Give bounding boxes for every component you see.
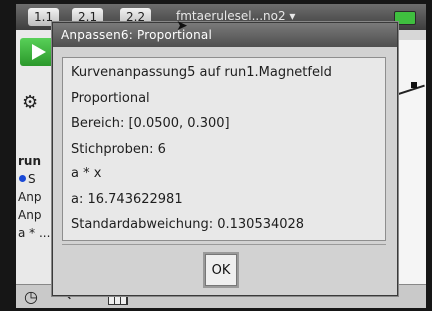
dialog-title: Anpassen6: Proportional [61,28,212,42]
cursor-icon: ➤ [176,18,188,34]
std-deviation-text: Standardabweichung: 0.130534028 [71,217,305,232]
formula-text: a * x [71,166,102,181]
coefficient-text: a: 16.743622981 [71,192,183,207]
fit-source-text: Kurvenanpassung5 auf run1.Magnetfeld [71,65,332,80]
ok-button[interactable]: OK [205,254,237,286]
list-item[interactable]: Anp [18,208,41,222]
divider [62,244,386,245]
result-panel: Kurvenanpassung5 auf run1.Magnetfeld Pro… [62,57,386,241]
list-item[interactable]: Anp [18,190,41,204]
list-item[interactable]: a * ... [18,226,50,240]
fit-result-dialog: Anpassen6: Proportional Kurvenanpassung5… [52,22,398,296]
data-point [411,82,417,88]
dialog-titlebar: Anpassen6: Proportional [53,23,397,47]
range-text: Bereich: [0.0500, 0.300] [71,116,230,131]
document-title: fmtaerulesel...no2 ▾ [176,9,296,23]
gear-icon[interactable]: ⚙ [22,92,38,113]
samples-text: Stichproben: 6 [71,142,166,157]
play-button[interactable] [20,38,54,66]
list-item[interactable]: S [18,172,36,186]
dataset-label: run [18,154,42,168]
clock-icon[interactable]: ◷ [24,287,38,306]
fit-type-text: Proportional [71,91,150,106]
